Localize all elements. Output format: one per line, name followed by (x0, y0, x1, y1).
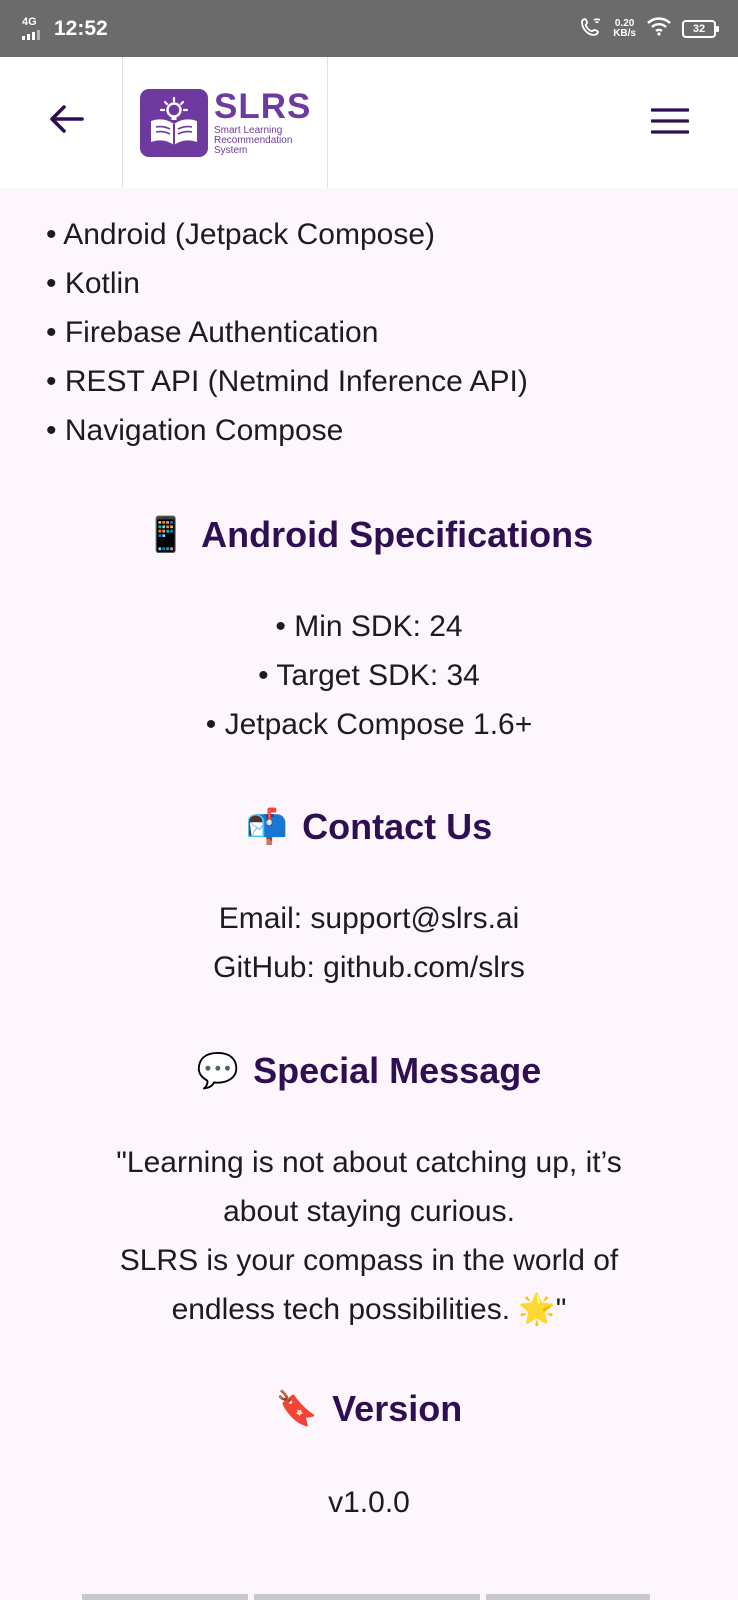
list-item: Min SDK: 24 (0, 602, 738, 651)
top-app-bar: SLRS Smart Learning Recommendation Syste… (0, 57, 738, 188)
logo-subtitle-line: System (214, 144, 248, 156)
battery-icon: 32 (682, 19, 719, 38)
bookmark-icon: 🔖 (275, 1389, 319, 1429)
list-item: Android (Jetpack Compose) (46, 210, 528, 259)
logo-title: SLRS (214, 86, 312, 126)
list-item: Jetpack Compose 1.6+ (0, 700, 738, 749)
book-lightbulb-icon (140, 88, 208, 157)
arrow-left-icon (50, 105, 84, 133)
signal-icon: 4G (22, 15, 40, 40)
message-line: "Learning is not about catching up, it’s (116, 1146, 622, 1179)
section-heading: Contact Us (302, 806, 493, 847)
contact-email[interactable]: Email: support@slrs.ai (0, 894, 738, 943)
network-speed: 0.20 KB/s (613, 17, 636, 39)
list-item: Target SDK: 34 (0, 651, 738, 700)
status-bar: 4G 12:52 0.20 KB/s 32 (0, 0, 738, 57)
message-line: SLRS is your compass in the world of (119, 1244, 619, 1277)
message-line: endless tech possibilities. 🌟" (171, 1293, 567, 1326)
battery-level: 32 (692, 22, 706, 35)
about-content[interactable]: Android (Jetpack Compose) Kotlin Firebas… (0, 188, 738, 1600)
section-heading: Special Message (253, 1050, 542, 1091)
special-message-title: 💬 Special Message (0, 1050, 738, 1092)
bottom-nav-indicator (0, 1594, 738, 1600)
list-item: REST API (Netmind Inference API) (46, 357, 528, 406)
app-logo: SLRS Smart Learning Recommendation Syste… (122, 57, 328, 188)
version-number: v1.0.0 (328, 1486, 410, 1519)
message-line: about staying curious. (223, 1195, 515, 1228)
mobile-phone-icon: 📱 (144, 515, 188, 555)
speed-value: 0.20 (614, 17, 635, 29)
hamburger-menu-icon (651, 108, 689, 134)
section-heading: Version (332, 1388, 463, 1429)
speed-unit: KB/s (613, 27, 636, 39)
special-message-text: "Learning is not about catching up, it’s… (0, 1138, 738, 1334)
mailbox-icon: 📬 (245, 807, 289, 847)
status-time: 12:52 (54, 16, 108, 40)
contact-github[interactable]: GitHub: github.com/slrs (0, 943, 738, 992)
version-value: v1.0.0 (0, 1478, 738, 1527)
logo-subtitle: Smart Learning Recommendation System (214, 124, 311, 156)
contact-details: Email: support@slrs.ai GitHub: github.co… (0, 894, 738, 992)
list-item: Kotlin (46, 259, 528, 308)
wifi-call-icon (581, 16, 603, 41)
tech-stack-list: Android (Jetpack Compose) Kotlin Firebas… (46, 210, 528, 455)
back-button[interactable] (44, 97, 88, 141)
android-specs-title: 📱 Android Specifications (0, 514, 738, 556)
list-item: Firebase Authentication (46, 308, 528, 357)
wifi-icon (646, 16, 672, 41)
section-heading: Android Specifications (201, 514, 594, 555)
version-title: 🔖 Version (0, 1388, 738, 1430)
menu-button[interactable] (648, 101, 692, 141)
speech-balloon-icon: 💬 (196, 1051, 240, 1091)
contact-title: 📬 Contact Us (0, 806, 738, 848)
logo-subtitle-line: Smart Learning (214, 124, 283, 136)
list-item: Navigation Compose (46, 406, 528, 455)
android-specs-list: Min SDK: 24 Target SDK: 34 Jetpack Compo… (0, 602, 738, 749)
logo-subtitle-line: Recommendation (214, 134, 293, 146)
network-type: 4G (22, 15, 37, 28)
